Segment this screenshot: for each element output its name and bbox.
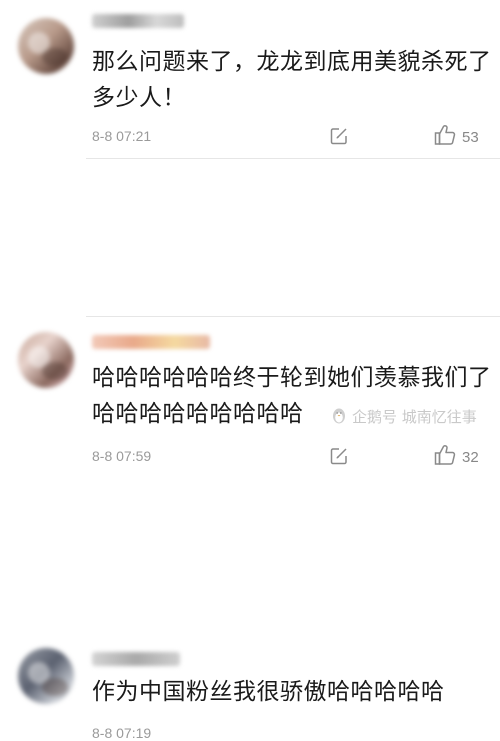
penguin-logo-icon — [333, 408, 345, 424]
thumbs-up-icon[interactable] — [434, 124, 456, 146]
watermark: 企鹅号 城南忆往事 — [330, 404, 477, 428]
avatar[interactable] — [18, 648, 74, 704]
username-blurred[interactable] — [92, 652, 180, 666]
reply-edit-icon[interactable] — [330, 127, 348, 145]
comment-time: 8-8 07:19 — [92, 725, 152, 741]
like-count: 32 — [462, 449, 479, 466]
thumbs-up-icon[interactable] — [434, 444, 456, 466]
like-count: 53 — [462, 129, 479, 146]
divider — [86, 158, 500, 159]
divider — [86, 316, 500, 317]
comment-time: 8-8 07:21 — [92, 128, 152, 144]
username-blurred[interactable] — [92, 14, 184, 28]
comment-item: 那么问题来了，龙龙到底用美貌杀死了多少人！ 8-8 07:21 53 — [0, 0, 500, 158]
avatar[interactable] — [18, 18, 74, 74]
comment-time: 8-8 07:59 — [92, 448, 152, 464]
watermark-text: 企鹅号 城南忆往事 — [352, 407, 477, 426]
comment-text: 作为中国粉丝我很骄傲哈哈哈哈哈 — [92, 679, 445, 705]
reply-edit-icon[interactable] — [330, 447, 348, 465]
comment-text: 那么问题来了，龙龙到底用美貌杀死了多少人！ — [92, 49, 492, 111]
comment-item: 哈哈哈哈哈哈终于轮到她们羡慕我们了哈哈哈哈哈哈哈哈哈 8-8 07:59 32 — [0, 160, 500, 466]
